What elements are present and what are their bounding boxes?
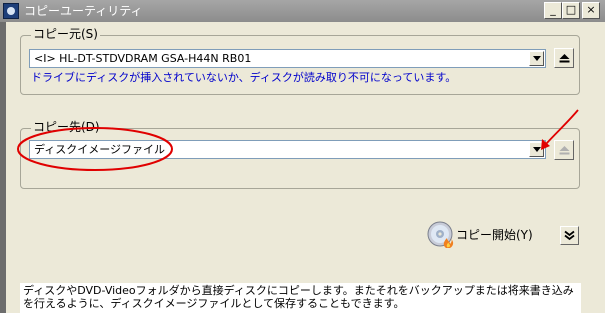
destination-value: ディスクイメージファイル [34,143,166,156]
destination-dropdown-button[interactable] [529,142,544,157]
source-eject-button[interactable] [554,48,574,68]
start-copy-button[interactable]: コピー開始(Y) [456,228,533,242]
eject-icon [559,146,570,155]
chevron-down-icon [533,56,541,61]
description-text: ディスクやDVD-Videoフォルダから直接ディスクにコピーします。またそれをバ… [23,284,574,310]
destination-select[interactable]: ディスクイメージファイル [29,140,546,159]
window-title: コピーユーティリティ [24,4,143,18]
copy-utility-window: コピーユーティリティ _ □ × コピー元(S) <I> HL-DT-STDVD… [0,0,605,313]
eject-icon [559,54,570,63]
source-dropdown-button[interactable] [529,51,544,66]
double-chevron-down-icon [564,230,575,241]
maximize-button[interactable]: □ [562,2,580,19]
title-bar[interactable]: コピーユーティリティ _ □ × [0,0,605,22]
expand-options-button[interactable] [560,226,579,245]
destination-eject-button[interactable] [554,140,574,160]
disc-burn-icon[interactable] [427,221,455,249]
source-drive-value: <I> HL-DT-STDVDRAM GSA-H44N RB01 [34,52,252,65]
chevron-down-icon [533,147,541,152]
description-panel: ディスクやDVD-Videoフォルダから直接ディスクにコピーします。またそれをバ… [20,283,581,313]
source-drive-select[interactable]: <I> HL-DT-STDVDRAM GSA-H44N RB01 [29,49,546,68]
minimize-button[interactable]: _ [544,2,562,19]
window-left-edge [0,22,6,313]
source-legend: コピー元(S) [31,27,100,41]
app-icon [3,3,19,19]
source-status-message: ドライブにディスクが挿入されていないか、ディスクが読み取り不可になっています。 [31,71,457,84]
destination-legend: コピー先(D) [31,120,102,134]
close-button[interactable]: × [582,2,600,19]
